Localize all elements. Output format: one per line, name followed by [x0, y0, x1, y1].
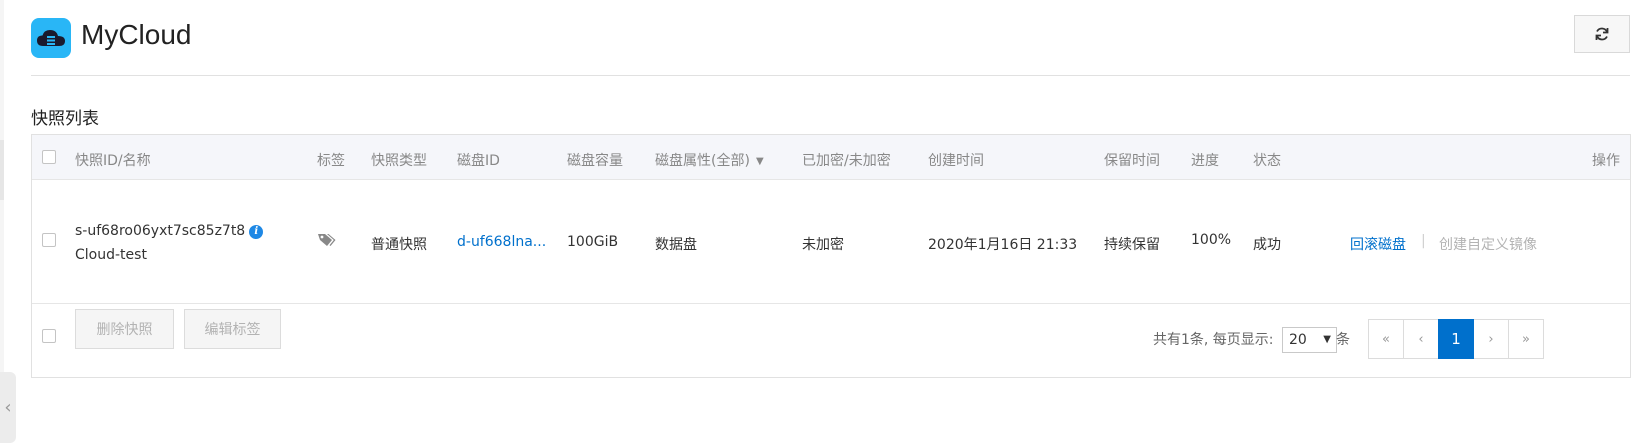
total-count-text: 共有1条, 每页显示: [1153, 332, 1274, 348]
caret-down-icon: ▼ [755, 156, 764, 167]
col-header-disk-id: 磁盘ID [457, 153, 500, 169]
first-page-button[interactable]: « [1368, 319, 1404, 359]
row-checkbox[interactable] [42, 233, 56, 247]
table-footer: 删除快照 编辑标签 共有1条, 每页显示: 20 ▼ 条 « ‹ 1 › » [32, 304, 1630, 378]
tag-icon[interactable] [317, 233, 337, 251]
col-header-progress: 进度 [1191, 153, 1219, 169]
col-header-status: 状态 [1253, 153, 1281, 169]
refresh-icon [1595, 27, 1609, 41]
app-header: MyCloud [31, 15, 1630, 75]
footer-select-all-checkbox[interactable] [42, 329, 56, 343]
created-time: 2020年1月16日 21:33 [928, 237, 1078, 253]
col-header-capacity: 磁盘容量 [567, 153, 623, 169]
header-divider [31, 75, 1630, 76]
rollback-disk-link[interactable]: 回滚磁盘 [1350, 234, 1406, 254]
col-header-disk-attr-filter[interactable]: 磁盘属性(全部) ▼ [655, 150, 764, 170]
cloud-logo-icon [31, 18, 71, 58]
disk-capacity: 100GiB [567, 234, 619, 250]
page-1-button[interactable]: 1 [1438, 319, 1474, 359]
snapshot-table: 快照ID/名称 标签 快照类型 磁盘ID 磁盘容量 磁盘属性(全部) ▼ 已加密/… [31, 134, 1631, 378]
page-size-unit: 条 [1336, 332, 1350, 348]
col-header-encryption: 已加密/未加密 [802, 153, 891, 169]
col-header-disk-attr: 磁盘属性(全部) [655, 153, 750, 169]
col-header-type: 快照类型 [371, 153, 427, 169]
col-header-actions: 操作 [1592, 153, 1620, 169]
snapshot-id-cell: s-uf68ro06yxt7sc85z7t8 i [75, 223, 264, 239]
prev-page-button[interactable]: ‹ [1403, 319, 1439, 359]
create-custom-image-link[interactable]: 创建自定义镜像 [1439, 234, 1537, 254]
pagination: « ‹ 1 › » [1368, 319, 1544, 359]
encryption-status: 未加密 [802, 237, 844, 253]
page-size-value: 20 [1289, 332, 1307, 348]
col-header-tags: 标签 [317, 153, 345, 169]
chevron-left-icon: ‹ [4, 397, 12, 418]
section-title: 快照列表 [31, 109, 99, 129]
snapshot-name: Cloud-test [75, 247, 147, 263]
info-icon[interactable]: i [249, 225, 264, 239]
col-header-created: 创建时间 [928, 153, 984, 169]
select-all-checkbox[interactable] [42, 150, 56, 164]
sidebar-collapse-toggle[interactable]: ‹ [0, 372, 16, 443]
snapshot-type: 普通快照 [371, 237, 427, 253]
table-row: s-uf68ro06yxt7sc85z7t8 i Cloud-test 普通快照 … [32, 180, 1630, 304]
retention-time: 持续保留 [1104, 237, 1160, 253]
app-title: MyCloud [81, 19, 192, 50]
delete-snapshot-button[interactable]: 删除快照 [75, 309, 174, 349]
action-separator: | [1421, 233, 1426, 249]
refresh-button[interactable] [1574, 15, 1630, 53]
disk-attribute: 数据盘 [655, 237, 697, 253]
left-edge-mark [0, 140, 4, 200]
edit-tags-button[interactable]: 编辑标签 [184, 309, 281, 349]
col-header-retention: 保留时间 [1104, 153, 1160, 169]
page-size-select[interactable]: 20 ▼ [1282, 327, 1337, 353]
table-header: 快照ID/名称 标签 快照类型 磁盘ID 磁盘容量 磁盘属性(全部) ▼ 已加密/… [32, 135, 1630, 180]
snapshot-id: s-uf68ro06yxt7sc85z7t8 [75, 223, 246, 239]
next-page-button[interactable]: › [1473, 319, 1509, 359]
disk-id-link[interactable]: d-uf668lna... [457, 234, 546, 250]
last-page-button[interactable]: » [1508, 319, 1544, 359]
status-value: 成功 [1253, 237, 1281, 253]
col-header-snapshot-id: 快照ID/名称 [75, 153, 151, 169]
progress-value: 100% [1191, 232, 1232, 248]
caret-down-icon: ▼ [1323, 334, 1331, 345]
